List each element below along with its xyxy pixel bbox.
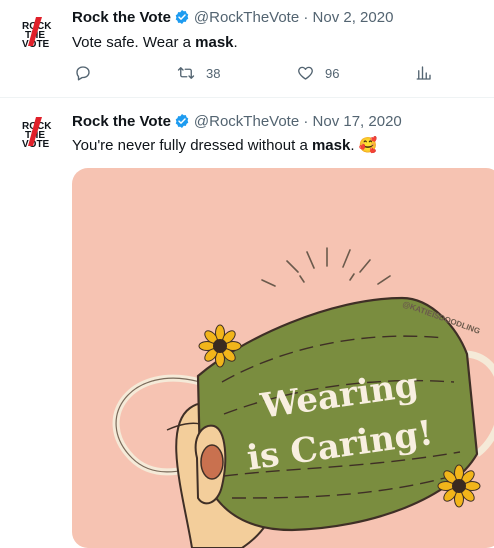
tweet-media-image[interactable]: Wearing is Caring! @KATIEISDOODLING (72, 168, 494, 548)
verified-badge-icon (174, 113, 190, 133)
tweet-header: Rock the Vote @RockTheVote · Nov 17, 2020 (72, 113, 402, 133)
tweet[interactable]: ROCK THE VOTE Rock the Vote @RockTheVote … (0, 0, 494, 98)
decorative-rays (261, 247, 391, 287)
retweet-icon (177, 67, 195, 79)
tweet-text-bold: mask (311, 137, 351, 154)
handle[interactable]: @RockTheVote (194, 113, 299, 130)
avatar-logo-line3: VOTE (22, 139, 50, 150)
timestamp[interactable]: Nov 17, 2020 (313, 113, 402, 130)
tweet-text-part: . 🥰 (350, 137, 378, 154)
tweet-text-part: . (233, 34, 238, 51)
avatar-logo-line3: VOTE (22, 39, 50, 50)
mask-illustration: Wearing is Caring! @KATIEISDOODLING (112, 247, 494, 548)
tweet-text-bold: mask (195, 34, 234, 51)
like-count: 96 (325, 65, 340, 81)
tweet-text-part: Vote safe. Wear a (72, 34, 196, 51)
tweet-text: Vote safe. Wear a mask. (72, 34, 238, 51)
action-bar: 38 96 (72, 64, 452, 86)
tweet-header: Rock the Vote @RockTheVote · Nov 2, 2020 (72, 9, 393, 29)
avatar[interactable]: ROCK THE VOTE (12, 12, 58, 58)
verified-badge-icon (174, 9, 190, 29)
tweet-text-part: You're never fully dressed without a (72, 137, 312, 154)
views-button[interactable] (415, 64, 433, 82)
heart-icon (298, 66, 313, 80)
reply-icon (76, 66, 90, 81)
handle[interactable]: @RockTheVote (194, 9, 299, 26)
separator: · (303, 113, 309, 130)
avatar[interactable]: ROCK THE VOTE (12, 112, 58, 158)
tweet-text: You're never fully dressed without a mas… (72, 136, 377, 154)
like-button[interactable]: 96 (296, 64, 339, 82)
display-name[interactable]: Rock the Vote (72, 9, 171, 26)
reply-button[interactable] (74, 64, 92, 82)
separator: · (303, 9, 309, 26)
display-name[interactable]: Rock the Vote (72, 113, 171, 130)
retweet-count: 38 (206, 65, 221, 81)
retweet-button[interactable]: 38 (176, 64, 220, 82)
timestamp[interactable]: Nov 2, 2020 (313, 9, 394, 26)
tweet[interactable]: ROCK THE VOTE Rock the Vote @RockTheVote … (0, 98, 494, 548)
analytics-icon (416, 66, 431, 80)
